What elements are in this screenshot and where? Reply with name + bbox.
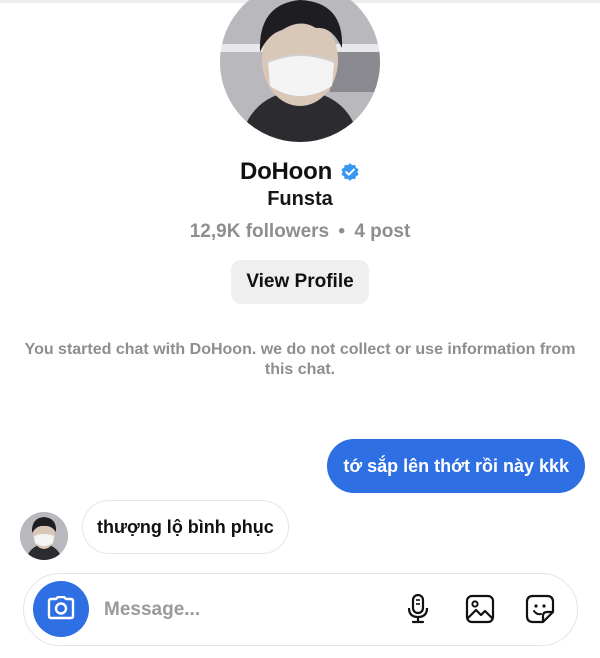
camera-button[interactable] <box>33 581 89 637</box>
message-composer <box>23 573 578 646</box>
microphone-button[interactable] <box>399 591 437 629</box>
sticker-button[interactable] <box>521 591 559 629</box>
microphone-icon <box>406 593 430 627</box>
sender-avatar[interactable] <box>20 512 68 560</box>
sticker-icon <box>525 594 555 627</box>
chat-notice: You started chat with DoHoon. we do not … <box>24 341 576 378</box>
profile-avatar[interactable] <box>220 0 380 142</box>
stats-separator: • <box>338 221 346 242</box>
profile-subtitle: Funsta <box>267 188 333 210</box>
posts-count: 4 post <box>354 221 411 242</box>
verified-badge-icon <box>340 162 360 182</box>
profile-name: DoHoon <box>239 158 333 185</box>
gallery-button[interactable] <box>461 591 499 629</box>
message-text: thượng lộ bình phục <box>97 516 274 537</box>
profile-photo <box>220 0 380 142</box>
profile-stats: 12,9K followers • 4 post <box>0 221 600 243</box>
message-text: tớ sắp lên thớt rồi này kkk <box>343 455 569 476</box>
followers-count: 12,9K followers <box>189 221 330 242</box>
message-input[interactable] <box>104 592 384 628</box>
profile-name-row: DoHoon <box>0 156 600 188</box>
outgoing-message-bubble[interactable]: tớ sắp lên thớt rồi này kkk <box>327 439 585 493</box>
gallery-icon <box>465 594 495 627</box>
sender-photo <box>20 512 68 560</box>
incoming-message-bubble[interactable]: thượng lộ bình phục <box>82 500 289 554</box>
camera-icon <box>47 595 75 623</box>
view-profile-button[interactable]: View Profile <box>231 260 369 304</box>
